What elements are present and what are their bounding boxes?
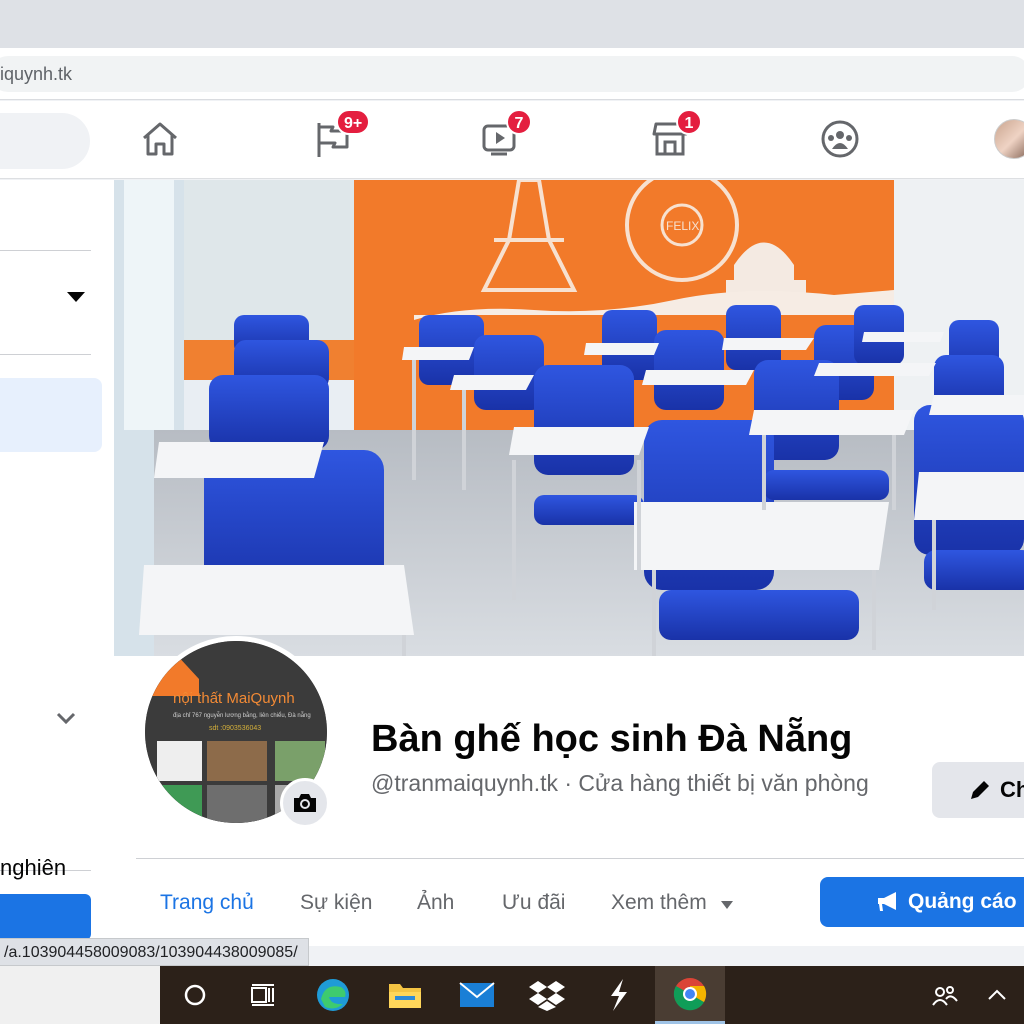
sidebar-divider <box>0 354 91 355</box>
flag-icon[interactable]: 9+ <box>310 109 371 161</box>
caret-down-icon <box>720 886 733 920</box>
page-title: Bàn ghế học sinh Đà Nẵng <box>371 718 853 760</box>
profile-divider <box>136 858 1024 859</box>
browser-tab-strip <box>0 0 1024 48</box>
url-text[interactable]: iquynh.tk <box>0 62 72 86</box>
facebook-header: 9+ 7 1 <box>0 101 1024 179</box>
edit-button[interactable]: Ch <box>932 762 1024 818</box>
logo-title: nội thất MaiQuynh <box>173 690 295 707</box>
cortana-icon[interactable] <box>160 966 230 1024</box>
tab-home[interactable]: Trang chủ <box>160 886 254 920</box>
taskbar-search-area[interactable] <box>0 966 160 1024</box>
mail-icon[interactable] <box>442 966 512 1024</box>
pencil-icon <box>968 778 992 808</box>
file-explorer-icon[interactable] <box>370 966 440 1024</box>
browser-address-bar: iquynh.tk <box>0 48 1024 100</box>
camera-icon[interactable] <box>280 778 330 828</box>
url-box[interactable] <box>0 56 1024 92</box>
dropbox-icon[interactable] <box>512 966 582 1024</box>
marketplace-icon[interactable]: 1 <box>648 109 702 161</box>
watch-icon[interactable]: 7 <box>478 109 532 161</box>
sidebar-action-button[interactable] <box>0 894 91 940</box>
marketplace-badge: 1 <box>676 109 702 135</box>
groups-icon[interactable] <box>818 117 862 161</box>
edit-button-label: Ch <box>1000 777 1024 802</box>
caret-down-icon[interactable] <box>66 290 86 308</box>
sidebar-item-label[interactable]: nghiên <box>0 855 66 881</box>
page-subtitle: @tranmaiquynh.tk · Cửa hàng thiết bị văn… <box>371 770 869 796</box>
edge-icon[interactable] <box>298 966 368 1024</box>
home-icon[interactable] <box>138 117 182 161</box>
left-sidebar <box>0 180 114 940</box>
logo-address: địa chỉ 767 nguyễn lương bằng, liên chiể… <box>173 712 311 719</box>
tab-photos[interactable]: Ảnh <box>417 886 454 920</box>
status-bar-url: /a.103904458009083/103904438009085/ <box>0 938 309 966</box>
pages-badge: 9+ <box>336 109 371 135</box>
chrome-icon[interactable] <box>655 966 725 1024</box>
tab-events[interactable]: Sự kiện <box>300 886 372 920</box>
chevron-up-icon[interactable] <box>962 966 1024 1024</box>
watch-badge: 7 <box>506 109 532 135</box>
sidebar-item-active[interactable] <box>0 378 102 452</box>
chevron-down-icon[interactable] <box>56 712 76 731</box>
logo-phone: sdt :0903536043 <box>209 725 261 732</box>
task-view-icon[interactable] <box>228 966 298 1024</box>
tab-offers[interactable]: Ưu đãi <box>502 886 565 920</box>
app-lightning-icon[interactable] <box>584 966 654 1024</box>
search-input[interactable] <box>0 113 90 169</box>
promote-button-label: Quảng cáo <box>908 890 1017 913</box>
cover-photo[interactable]: FELIX <box>114 180 1024 656</box>
felix-sign-text: FELIX <box>666 219 699 233</box>
tab-more[interactable]: Xem thêm <box>611 886 733 920</box>
promote-button[interactable]: Quảng cáo <box>820 877 1024 927</box>
tab-more-label: Xem thêm <box>611 891 707 914</box>
megaphone-icon <box>876 891 900 919</box>
sidebar-divider <box>0 250 91 251</box>
